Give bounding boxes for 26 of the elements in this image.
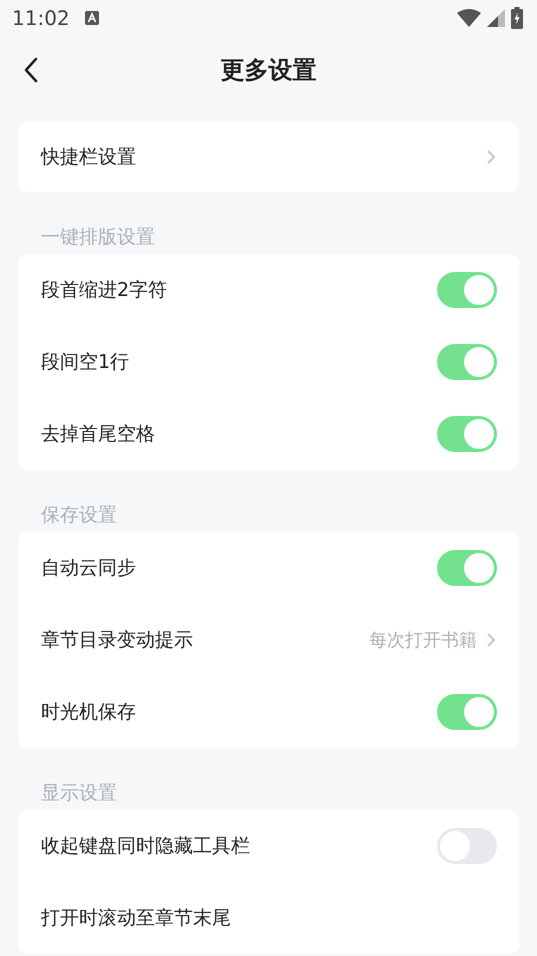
toggle-switch[interactable]	[437, 272, 497, 308]
row-value: 每次打开书籍	[369, 629, 477, 652]
setting-label: 段间空1行	[41, 350, 130, 375]
toggle-switch[interactable]	[437, 550, 497, 586]
toggle-switch[interactable]	[437, 416, 497, 452]
section-header: 一键排版设置	[40, 225, 156, 250]
chevron-right-icon	[485, 632, 497, 648]
setting-label: 收起键盘同时隐藏工具栏	[41, 834, 250, 859]
signal-icon	[487, 9, 505, 27]
page-title: 更多设置	[220, 55, 316, 86]
toggle-switch[interactable]	[437, 694, 497, 730]
setting-label: 去掉首尾空格	[41, 422, 155, 447]
setting-label: 自动云同步	[41, 556, 136, 581]
setting-label[interactable]: 章节目录变动提示	[41, 627, 193, 653]
setting-label: 时光机保存	[41, 700, 136, 725]
section-header: 显示设置	[40, 781, 118, 806]
status-time: 11:02	[12, 6, 70, 30]
setting-label: 段首缩进2字符	[41, 278, 168, 303]
chevron-right-icon	[485, 149, 497, 165]
keyboard-app-icon	[84, 10, 100, 26]
section-header: 保存设置	[40, 503, 118, 528]
toggle-switch[interactable]	[437, 344, 497, 380]
wifi-icon	[457, 9, 481, 27]
battery-charging-icon	[511, 7, 523, 29]
setting-label[interactable]: 快捷栏设置	[41, 144, 136, 170]
setting-label: 打开时滚动至章节末尾	[41, 906, 231, 931]
